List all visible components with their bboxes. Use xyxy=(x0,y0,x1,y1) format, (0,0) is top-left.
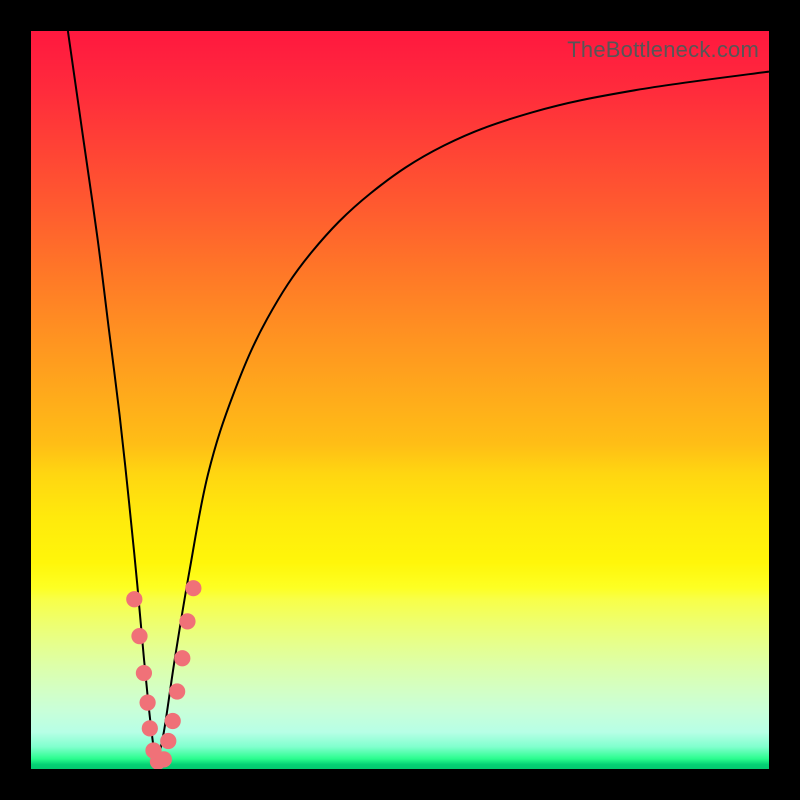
scatter-dot xyxy=(185,580,201,596)
chart-frame: TheBottleneck.com xyxy=(0,0,800,800)
scatter-dot xyxy=(131,628,147,644)
scatter-dot xyxy=(169,683,185,699)
scatter-dot xyxy=(126,591,142,607)
scatter-dot xyxy=(136,665,152,681)
right-curve xyxy=(156,72,769,766)
scatter-dot xyxy=(174,650,190,666)
scatter-dot xyxy=(165,713,181,729)
left-curve xyxy=(68,31,157,765)
scatter-dot xyxy=(139,694,155,710)
scatter-dots xyxy=(126,580,201,769)
curve-overlay xyxy=(31,31,769,769)
scatter-dot xyxy=(145,742,161,758)
plot-area: TheBottleneck.com xyxy=(31,31,769,769)
scatter-dot xyxy=(150,754,166,769)
scatter-dot xyxy=(179,613,195,629)
watermark-text: TheBottleneck.com xyxy=(567,37,759,63)
scatter-dot xyxy=(142,720,158,736)
scatter-dot xyxy=(156,751,172,767)
scatter-dot xyxy=(160,733,176,749)
